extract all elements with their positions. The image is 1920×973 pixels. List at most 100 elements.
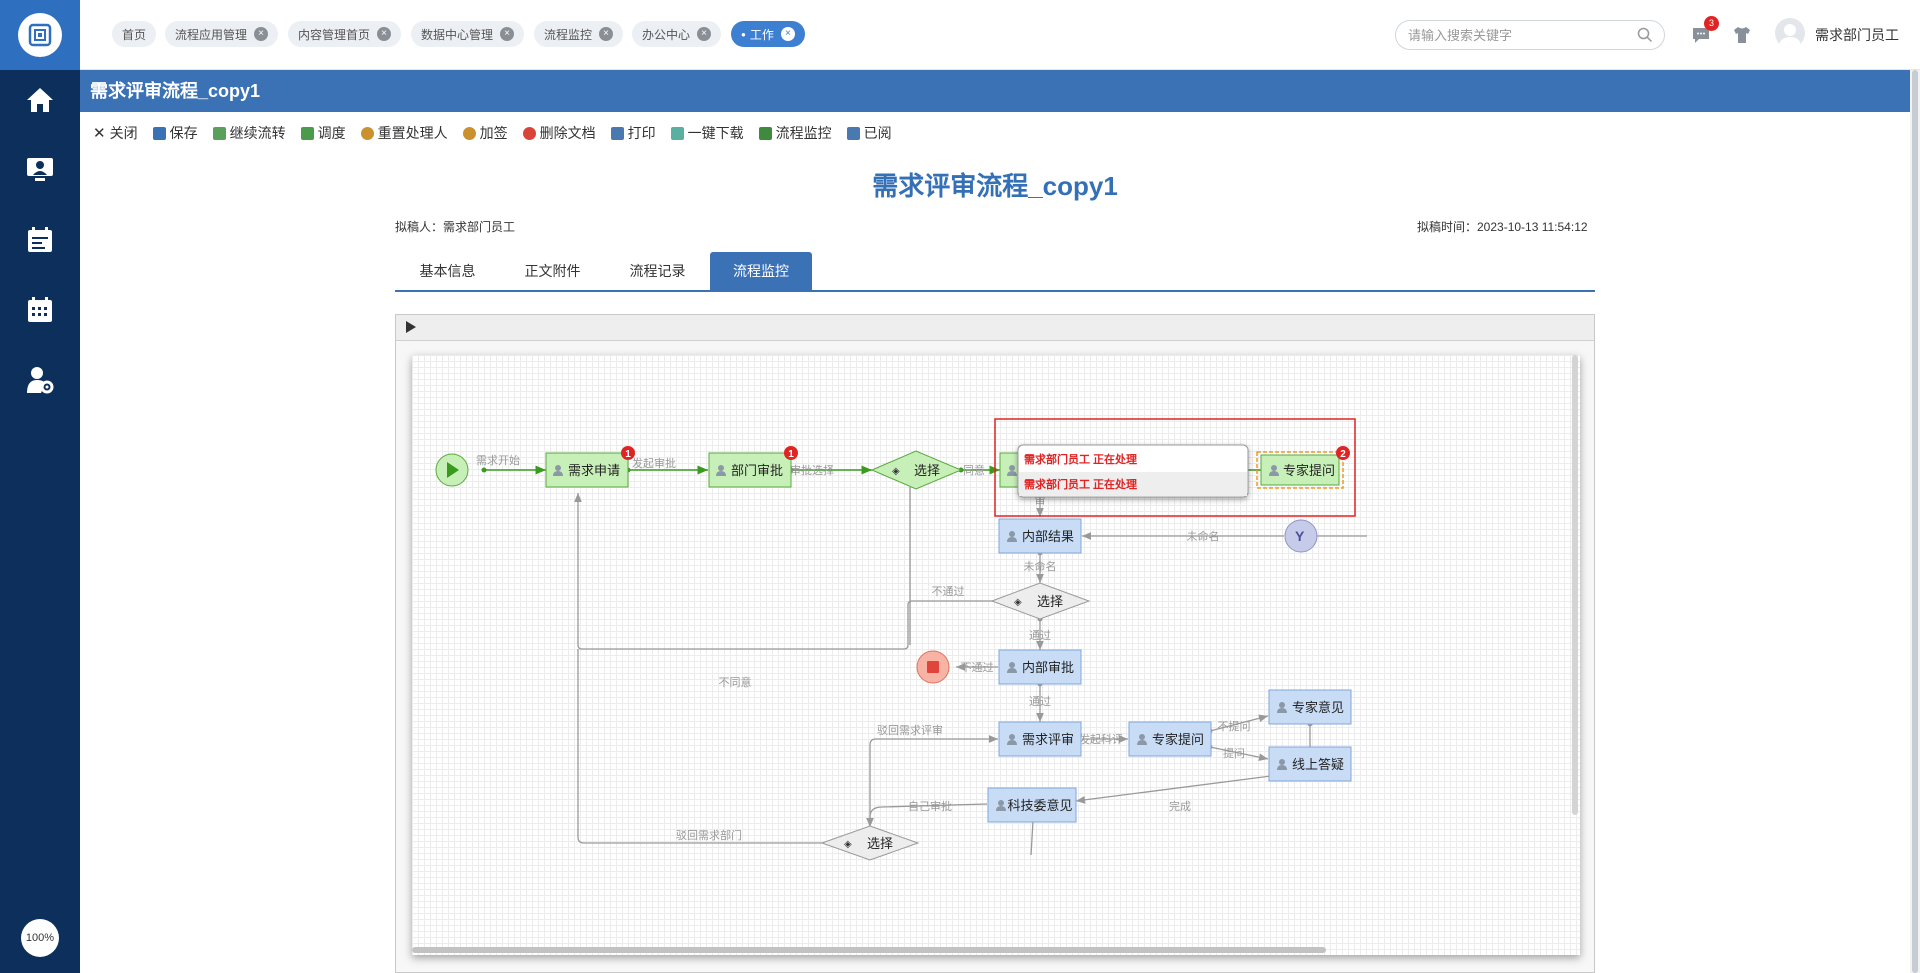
dot-icon: ● (741, 29, 746, 39)
tab-basic-info[interactable]: 基本信息 (395, 252, 500, 290)
save-button[interactable]: 保存 (152, 123, 198, 143)
edge-label: 提问 (1223, 747, 1245, 760)
page-scrollbar[interactable] (1910, 70, 1920, 973)
edge-label: 不同意 (719, 675, 752, 689)
node-label: 需求申请 (568, 463, 620, 478)
tab-label: 首页 (122, 27, 147, 42)
tab-content-home[interactable]: 内容管理首页 × (288, 21, 402, 47)
flow-canvas[interactable]: 需求开始 发起审批 审批选择 同意 审 未命名 未命名 不通过 通过 不通过 通… (412, 355, 1580, 955)
node-choice-2[interactable]: ◈ 选择 (990, 582, 1091, 620)
node-dept-approve[interactable]: 部门审批 1 (708, 446, 798, 488)
handler-tooltip: 需求部门员工 正在处理 需求部门员工 正在处理 (1017, 444, 1249, 498)
zoom-level[interactable]: 100% (21, 919, 59, 957)
sidebar-item-home[interactable] (0, 75, 80, 125)
add-sign-icon (462, 126, 476, 140)
print-button[interactable]: 打印 (610, 123, 656, 143)
edge-down-bottom (1030, 820, 1034, 856)
merge-icon: Y (1295, 528, 1305, 544)
tab-work[interactable]: ● 工作 × (731, 21, 805, 47)
close-button[interactable]: ✕ 关闭 (93, 123, 138, 143)
edge-label: 未命名 (1187, 529, 1220, 543)
tab-process-monitor[interactable]: 流程监控 × (534, 21, 624, 47)
close-icon[interactable]: × (500, 27, 515, 41)
tab-label: 流程应用管理 (175, 27, 248, 42)
search-input[interactable] (1395, 20, 1665, 50)
read-button[interactable]: 已阅 (846, 123, 892, 143)
node-label: 选择 (1037, 594, 1063, 609)
sidebar-item-schedule[interactable] (0, 215, 80, 265)
edge-label: 驳回需求评审 (877, 723, 943, 737)
sidebar-item-monitor[interactable] (0, 145, 80, 195)
dispatch-icon (300, 126, 314, 140)
close-icon[interactable]: × (697, 27, 712, 41)
node-label: 科技委意见 (1007, 798, 1072, 813)
close-icon[interactable]: × (377, 27, 392, 41)
draft-time-label: 拟稿时间：2023-10-13 11:54:12 (1417, 220, 1588, 234)
node-choice-3[interactable]: ◈ 选择 (820, 825, 920, 861)
node-expert-question[interactable]: 专家提问 (1128, 721, 1212, 757)
tab-label: 数据中心管理 (421, 27, 494, 42)
tab-label: 流程监控 (544, 27, 593, 42)
save-icon (152, 126, 166, 140)
node-label: 线上答疑 (1292, 757, 1344, 772)
app-logo[interactable] (0, 0, 80, 70)
close-icon[interactable]: × (599, 27, 614, 41)
tshirt-icon[interactable] (1732, 25, 1752, 45)
button-label: 已阅 (863, 125, 892, 141)
close-icon[interactable]: × (254, 27, 269, 41)
play-icon[interactable] (406, 321, 416, 333)
edge-label: 不通过 (932, 585, 965, 598)
node-choice-1[interactable]: ◈ 选择 (870, 450, 963, 490)
search-icon[interactable] (1637, 27, 1653, 43)
tab-office[interactable]: 办公中心 × (632, 21, 722, 47)
delete-icon (522, 126, 536, 140)
add-sign-button[interactable]: 加签 (462, 123, 508, 143)
tooltip-line: 需求部门员工 正在处理 (1024, 477, 1137, 491)
tab-attachments[interactable]: 正文附件 (500, 252, 605, 290)
tab-label: 办公中心 (642, 27, 691, 42)
logo-icon (28, 23, 52, 47)
avatar[interactable] (1775, 18, 1805, 48)
process-monitor-button[interactable]: 流程监控 (758, 123, 832, 143)
sidebar-item-calendar[interactable] (0, 285, 80, 335)
reset-handler-button[interactable]: 重置处理人 (360, 123, 448, 143)
node-online-qa[interactable]: 线上答疑 (1268, 746, 1352, 782)
node-requirement-review[interactable]: 需求评审 (998, 721, 1082, 757)
node-label: 选择 (867, 836, 893, 851)
tab-data-center[interactable]: 数据中心管理 × (411, 21, 525, 47)
document-tabs: 基本信息 正文附件 流程记录 流程监控 (395, 252, 1595, 292)
button-label: 关闭 (109, 125, 138, 141)
edge-reject-review (869, 735, 998, 831)
tab-label: 内容管理首页 (298, 27, 371, 42)
canvas-horizontal-scrollbar[interactable] (412, 947, 1326, 953)
node-label: 内部审批 (1022, 660, 1074, 675)
monitor-user-icon (27, 158, 53, 181)
node-internal-result[interactable]: 内部结果 (998, 518, 1082, 554)
username[interactable]: 需求部门员工 (1815, 25, 1899, 45)
continue-flow-button[interactable]: 继续流转 (212, 123, 286, 143)
tab-flow-monitor[interactable]: 流程监控 (710, 252, 812, 290)
node-expert-question-current[interactable]: 专家提问 2 (1256, 446, 1350, 489)
edge-label: 通过 (1029, 695, 1051, 708)
page-title: 需求评审流程_copy1 (80, 70, 1910, 112)
node-expert-opinion[interactable]: 专家意见 (1268, 689, 1352, 725)
content-area: 需求评审流程_copy1 拟稿人：需求部门员工 拟稿时间：2023-10-13 … (80, 154, 1910, 973)
tab-home[interactable]: 首页 (112, 21, 157, 47)
edge-reject-1 (574, 493, 998, 650)
tab-flow-record[interactable]: 流程记录 (605, 252, 710, 290)
node-tech-committee[interactable]: 科技委意见 (987, 787, 1077, 823)
dispatch-button[interactable]: 调度 (300, 123, 346, 143)
delete-document-button[interactable]: 删除文档 (522, 123, 596, 143)
sidebar: 100% (0, 0, 80, 973)
close-icon[interactable]: × (780, 27, 795, 41)
node-requirement-apply[interactable]: 需求申请 1 (545, 446, 635, 488)
canvas-vertical-scrollbar[interactable] (1572, 355, 1578, 815)
sidebar-item-user-settings[interactable] (0, 355, 80, 405)
toolbar: ✕ 关闭 保存 继续流转 调度 重置处理人 加签 删除文档 打印 一键下载 流程监… (80, 112, 1910, 154)
download-button[interactable]: 一键下载 (670, 123, 744, 143)
monitor-icon (758, 126, 772, 140)
tab-process-app[interactable]: 流程应用管理 × (165, 21, 279, 47)
edge-label: 未命名 (1024, 559, 1057, 573)
node-internal-approve[interactable]: 内部审批 (998, 649, 1082, 685)
scrollbar-thumb[interactable] (1912, 70, 1918, 973)
